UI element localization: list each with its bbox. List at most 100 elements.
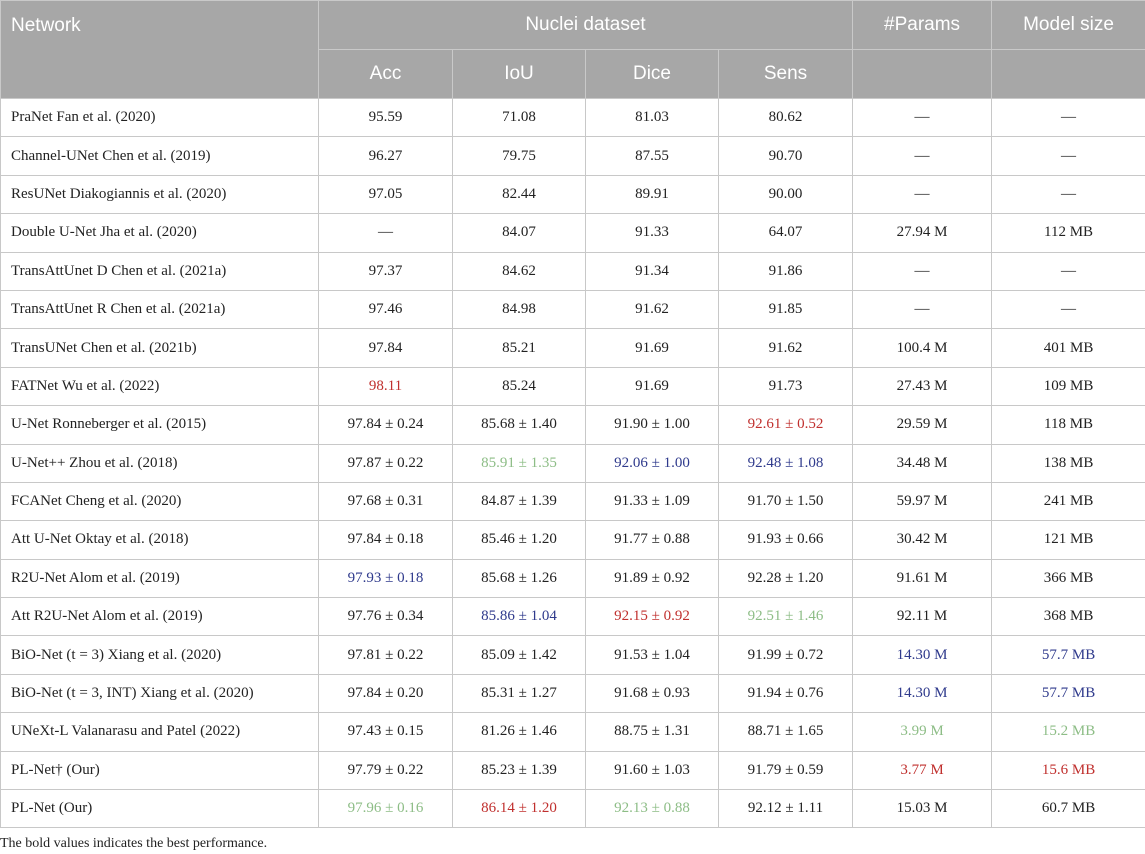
cell-iou: 85.91 ± 1.35 xyxy=(452,443,586,483)
cell-iou: 85.68 ± 1.26 xyxy=(452,558,586,599)
cell-dice: 91.33 xyxy=(585,213,719,253)
cell-sens: 91.94 ± 0.76 xyxy=(717,673,854,714)
table-row: PL-Net† (Our) 97.79 ± 0.22 85.23 ± 1.39 91.… xyxy=(0,750,1145,791)
cell-acc: 97.93 ± 0.18 xyxy=(318,558,453,599)
header-sens: Sens xyxy=(717,49,854,99)
table-row: FCANet Cheng et al. (2020) 97.68 ± 0.31 84… xyxy=(0,481,1145,522)
cell-iou: 85.68 ± 1.40 xyxy=(452,405,586,445)
table-footnote: The bold values indicates the best perfo… xyxy=(0,836,268,851)
table-row: UNeXt-L Valanarasu and Patel (2022) 97.43… xyxy=(0,712,1145,752)
cell-model-size: 15.2 MB xyxy=(991,712,1145,752)
header-network: Network xyxy=(0,0,319,99)
table-row: TransUNet Chen et al. (2021b) 97.84 85.21 9… xyxy=(0,328,1145,368)
header-iou: IoU xyxy=(452,49,586,99)
cell-iou: 85.09 ± 1.42 xyxy=(452,635,586,675)
cell-sens: 64.07 xyxy=(717,213,854,253)
cell-network: PL-Net† (Our) xyxy=(0,750,319,791)
cell-iou: 85.46 ± 1.20 xyxy=(452,520,586,560)
table-row: Att R2U-Net Alom et al. (2019) 97.76 ± 0.… xyxy=(0,597,1145,637)
cell-acc: 97.05 xyxy=(318,174,453,215)
cell-sens: 90.70 xyxy=(717,136,854,176)
cell-iou: 84.98 xyxy=(452,289,586,330)
cell-dice: 91.33 ± 1.09 xyxy=(585,481,719,522)
cell-sens: 91.73 xyxy=(717,366,854,407)
cell-model-size: 109 MB xyxy=(991,366,1145,407)
cell-iou: 85.24 xyxy=(452,366,586,407)
cell-network: ResUNet Diakogiannis et al. (2020) xyxy=(0,174,319,215)
cell-sens: 92.61 ± 0.52 xyxy=(717,405,854,445)
cell-model-size: 121 MB xyxy=(991,520,1145,560)
cell-dice: 92.06 ± 1.00 xyxy=(585,443,719,483)
cell-network: Double U-Net Jha et al. (2020) xyxy=(0,213,319,253)
cell-acc: 97.79 ± 0.22 xyxy=(318,750,453,791)
cell-iou: 84.07 xyxy=(452,213,586,253)
cell-iou: 85.23 ± 1.39 xyxy=(452,750,586,791)
cell-iou: 79.75 xyxy=(452,136,586,176)
cell-dice: 91.69 xyxy=(585,328,719,368)
table-row: Channel-UNet Chen et al. (2019) 96.27 79.7… xyxy=(0,136,1145,176)
header-model-size-blank xyxy=(991,49,1145,99)
table-row: TransAttUnet R Chen et al. (2021a) 97.46 8… xyxy=(0,289,1145,330)
cell-dice: 92.13 ± 0.88 xyxy=(585,789,719,829)
cell-dice: 88.75 ± 1.31 xyxy=(585,712,719,752)
cell-sens: 92.51 ± 1.46 xyxy=(717,597,854,637)
cell-network: U-Net Ronneberger et al. (2015) xyxy=(0,405,319,445)
cell-params: — xyxy=(852,97,993,138)
cell-params: 3.77 M xyxy=(852,750,993,791)
cell-model-size: 401 MB xyxy=(991,328,1145,368)
cell-network: TransAttUnet R Chen et al. (2021a) xyxy=(0,289,319,330)
header-dice: Dice xyxy=(585,49,719,99)
cell-acc: 96.27 xyxy=(318,136,453,176)
cell-network: U-Net++ Zhou et al. (2018) xyxy=(0,443,319,483)
cell-network: FCANet Cheng et al. (2020) xyxy=(0,481,319,522)
cell-model-size: 15.6 MB xyxy=(991,750,1145,791)
cell-iou: 84.87 ± 1.39 xyxy=(452,481,586,522)
cell-params: 34.48 M xyxy=(852,443,993,483)
cell-network: BiO-Net (t = 3) Xiang et al. (2020) xyxy=(0,635,319,675)
header-params-blank xyxy=(852,49,993,99)
cell-params: 91.61 M xyxy=(852,558,993,599)
cell-params: 27.43 M xyxy=(852,366,993,407)
cell-model-size: — xyxy=(991,174,1145,215)
cell-iou: 85.21 xyxy=(452,328,586,368)
cell-iou: 84.62 xyxy=(452,251,586,291)
cell-acc: 97.37 xyxy=(318,251,453,291)
cell-params: 14.30 M xyxy=(852,673,993,714)
cell-model-size: 241 MB xyxy=(991,481,1145,522)
table-row: ResUNet Diakogiannis et al. (2020) 97.05 8… xyxy=(0,174,1145,215)
cell-dice: 89.91 xyxy=(585,174,719,215)
cell-dice: 91.53 ± 1.04 xyxy=(585,635,719,675)
table-row: Att U-Net Oktay et al. (2018) 97.84 ± 0.1… xyxy=(0,520,1145,560)
table-row: U-Net++ Zhou et al. (2018) 97.87 ± 0.22 85… xyxy=(0,443,1145,483)
cell-iou: 85.86 ± 1.04 xyxy=(452,597,586,637)
cell-sens: 92.28 ± 1.20 xyxy=(717,558,854,599)
cell-dice: 91.68 ± 0.93 xyxy=(585,673,719,714)
table-header: Network Nuclei dataset #Params Model siz… xyxy=(0,0,1145,99)
cell-dice: 91.90 ± 1.00 xyxy=(585,405,719,445)
cell-params: 92.11 M xyxy=(852,597,993,637)
cell-sens: 91.86 xyxy=(717,251,854,291)
table-row: Double U-Net Jha et al. (2020) —84.07 91.3… xyxy=(0,213,1145,253)
cell-network: Channel-UNet Chen et al. (2019) xyxy=(0,136,319,176)
cell-acc: 97.84 ± 0.18 xyxy=(318,520,453,560)
table-row: TransAttUnet D Chen et al. (2021a) 97.37 8… xyxy=(0,251,1145,291)
cell-params: 100.4 M xyxy=(852,328,993,368)
cell-iou: 85.31 ± 1.27 xyxy=(452,673,586,714)
cell-acc: 97.81 ± 0.22 xyxy=(318,635,453,675)
cell-model-size: — xyxy=(991,136,1145,176)
cell-acc: 97.84 ± 0.20 xyxy=(318,673,453,714)
cell-params: — xyxy=(852,136,993,176)
cell-model-size: 112 MB xyxy=(991,213,1145,253)
cell-dice: 91.89 ± 0.92 xyxy=(585,558,719,599)
cell-network: UNeXt-L Valanarasu and Patel (2022) xyxy=(0,712,319,752)
cell-dice: 92.15 ± 0.92 xyxy=(585,597,719,637)
cell-model-size: — xyxy=(991,251,1145,291)
cell-model-size: — xyxy=(991,289,1145,330)
results-table: Network Nuclei dataset #Params Model siz… xyxy=(0,0,1145,829)
cell-params: 59.97 M xyxy=(852,481,993,522)
cell-network: R2U-Net Alom et al. (2019) xyxy=(0,558,319,599)
cell-dice: 91.69 xyxy=(585,366,719,407)
cell-sens: 91.93 ± 0.66 xyxy=(717,520,854,560)
cell-acc: 97.84 ± 0.24 xyxy=(318,405,453,445)
cell-acc: 98.11 xyxy=(318,366,453,407)
